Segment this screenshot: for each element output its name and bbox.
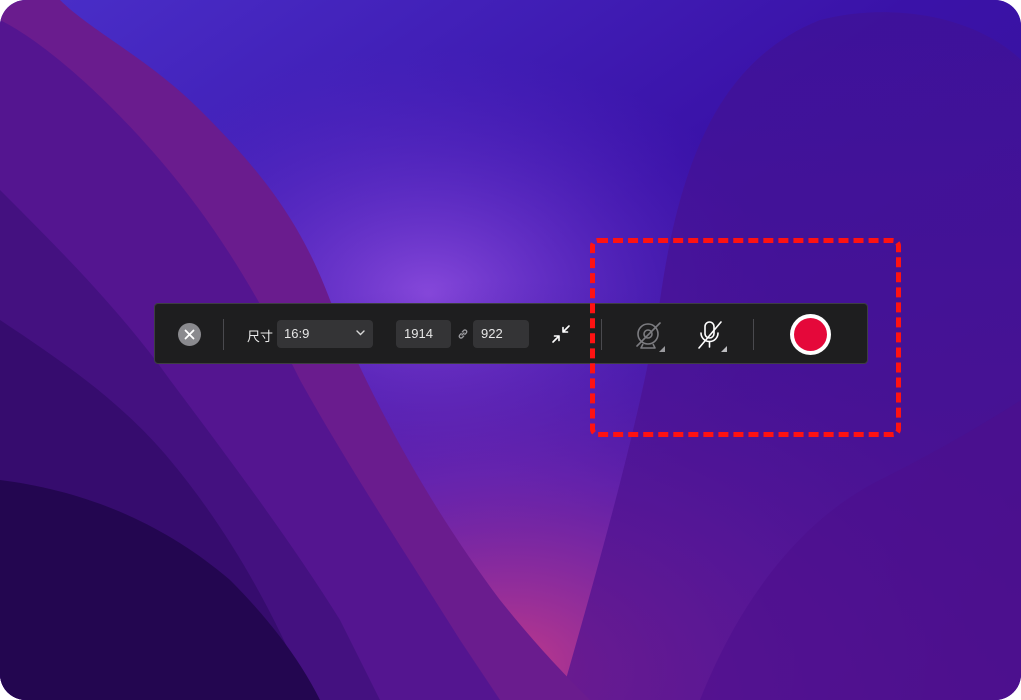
aspect-ratio-value: 16:9	[284, 326, 310, 341]
size-label: 尺寸	[247, 329, 274, 344]
aspect-ratio-select[interactable]: 16:9	[277, 320, 373, 348]
chevron-down-icon	[356, 330, 365, 336]
toolbar-divider	[223, 319, 224, 350]
desktop-screen: 尺寸 16:9 1914 922	[0, 0, 1021, 700]
close-icon	[184, 329, 195, 340]
arrows-shrink-icon[interactable]	[551, 324, 571, 344]
close-button[interactable]	[178, 323, 201, 346]
width-input[interactable]: 1914	[396, 320, 451, 348]
highlight-box	[590, 238, 901, 437]
height-input[interactable]: 922	[473, 320, 529, 348]
link-icon[interactable]	[457, 328, 469, 340]
